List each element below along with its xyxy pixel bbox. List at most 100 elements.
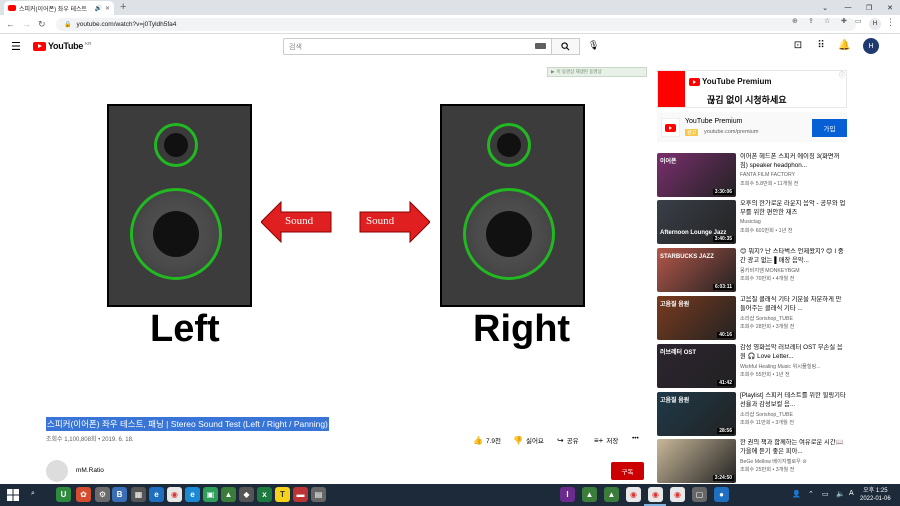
audio-playing-icon[interactable]: 🔊 xyxy=(94,5,101,12)
subscribe-button[interactable]: 구독 xyxy=(611,462,644,480)
app-paint-icon[interactable]: ✿ xyxy=(76,487,91,502)
search-button[interactable] xyxy=(552,38,580,55)
app-grid-icon[interactable]: ▦ xyxy=(131,487,146,502)
apps-grid-icon[interactable]: ⠿ xyxy=(815,40,827,51)
microphone-icon[interactable]: 🎙 xyxy=(588,40,599,51)
recommendation-title[interactable]: 고음질 클래식 기타 기분을 차분하게 만들어주는 클래식 기타 ... xyxy=(740,296,847,313)
restore-button[interactable]: ❐ xyxy=(859,0,879,15)
tray-network-icon[interactable]: ▭ xyxy=(822,490,829,498)
tray-chevron-up-icon[interactable]: ⌃ xyxy=(808,490,814,498)
taskbar-clock[interactable]: 오후 1:25 2022-01-06 xyxy=(860,487,891,503)
bookmark-star-icon[interactable]: ☆ xyxy=(824,17,830,25)
app-b-icon[interactable]: B xyxy=(112,487,127,502)
video-thumbnail[interactable]: Afternoon Lounge Jazz 3:40:35 xyxy=(657,200,736,244)
app-stock2-icon[interactable]: ▲ xyxy=(582,487,597,502)
search-icon[interactable]: ⌕ xyxy=(31,490,35,498)
install-app-icon[interactable]: ⊕ xyxy=(792,17,798,25)
browser-tab[interactable]: 스피커(이어폰) 좌우 테스트 🔊 ✕ xyxy=(4,1,114,15)
browser-menu-icon[interactable]: ⋮ xyxy=(886,17,895,28)
back-button[interactable]: ← xyxy=(6,18,15,30)
chrome-window-3-icon[interactable]: ◉ xyxy=(670,487,685,502)
video-thumbnail[interactable]: STARBUCKS JAZZ 6:03:11 xyxy=(657,248,736,292)
tray-ime-icon[interactable]: A xyxy=(849,490,854,497)
premium-ad-banner[interactable]: YouTube Premium 끊김 없이 시청하세요 xyxy=(657,70,847,108)
recommendation-item[interactable]: 고음질 음원 28:56 [Playlist] 스피커 테스트를 위한 힐링기타 선… xyxy=(657,392,847,438)
app-u-icon[interactable]: U xyxy=(56,487,71,502)
app-green-icon[interactable]: ▣ xyxy=(203,487,218,502)
recommendation-title[interactable]: [Playlist] 스피커 테스트를 위한 힐링기타 선율과 감성보컬 음..… xyxy=(740,392,847,409)
windows-start-icon[interactable] xyxy=(7,489,19,501)
video-thumbnail[interactable]: 이어폰 3:30:06 xyxy=(657,153,736,197)
app-blue-icon[interactable]: ● xyxy=(714,487,729,502)
join-button[interactable]: 가입 xyxy=(812,119,847,137)
share-page-icon[interactable]: ⇪ xyxy=(808,17,814,25)
video-thumbnail[interactable]: 3:24:50 xyxy=(657,439,736,483)
recommendation-item[interactable]: 고음질 음원 40:16 고음질 클래식 기타 기분을 차분하게 만들어주는 클래식… xyxy=(657,296,847,342)
video-thumbnail[interactable]: 고음질 음원 40:16 xyxy=(657,296,736,340)
kakaotalk-icon[interactable]: T xyxy=(275,487,290,502)
recommendation-item[interactable]: 3:24:50 한 권의 책과 함께하는 여유로운 시간📖가을에 듣기 좋은 피아… xyxy=(657,439,847,485)
share-button[interactable]: ↪ 공유 xyxy=(557,435,579,446)
minimize-button[interactable]: — xyxy=(838,0,858,15)
app-purple-icon[interactable]: I xyxy=(560,487,575,502)
ie-browser-icon[interactable]: e xyxy=(149,487,164,502)
account-avatar[interactable]: H xyxy=(863,38,879,54)
recommendation-channel[interactable]: BeGe Mellow 베이지멜로우 ⊘ xyxy=(740,458,847,465)
app-stock3-icon[interactable]: ▲ xyxy=(604,487,619,502)
channel-avatar[interactable] xyxy=(46,460,68,482)
close-window-button[interactable]: ✕ xyxy=(880,0,900,15)
chevron-down-icon[interactable]: ⌄ xyxy=(815,0,835,15)
recommendation-title[interactable]: 감성 영화음악 러브레터 OST 무손실 음원 🎧 Love Letter... xyxy=(740,344,847,361)
recommendation-channel[interactable]: 소리샵 Sorishop_TUBE xyxy=(740,411,847,418)
reload-button[interactable]: ↻ xyxy=(38,18,46,30)
chrome-window-2-icon[interactable]: ◉ xyxy=(648,487,663,502)
chrome-window-1-icon[interactable]: ◉ xyxy=(626,487,641,502)
info-icon[interactable]: ⓘ xyxy=(839,70,845,79)
search-input[interactable]: 검색 xyxy=(283,38,552,55)
excel-icon[interactable]: x xyxy=(257,487,272,502)
app-dark-icon[interactable]: ◆ xyxy=(239,487,254,502)
recommendation-channel[interactable]: 소리샵 Sorishop_TUBE xyxy=(740,315,847,322)
recommendation-title[interactable]: 이어폰 헤드폰 스피커 에이징 3(화면꺼짐) speaker headphon… xyxy=(740,153,847,170)
tray-people-icon[interactable]: 👤 xyxy=(792,490,801,498)
edge-icon[interactable]: e xyxy=(185,487,200,502)
hamburger-menu-icon[interactable]: ☰ xyxy=(11,40,21,53)
keyboard-icon[interactable] xyxy=(535,43,546,49)
lock-icon[interactable]: 🔒 xyxy=(64,21,71,28)
app-window-icon[interactable]: ▢ xyxy=(692,487,707,502)
more-actions-button[interactable]: ••• xyxy=(632,435,639,442)
channel-name[interactable]: mM.Ratio xyxy=(76,467,104,474)
player-overlay-badge[interactable]: ▶ 이 동영상 재생된 동영상 xyxy=(547,67,647,77)
recommendation-title[interactable]: 한 권의 책과 함께하는 여유로운 시간📖가을에 듣기 좋은 피아... xyxy=(740,439,847,456)
sidebar-icon[interactable]: ▭ xyxy=(855,17,862,25)
notifications-bell-icon[interactable]: 🔔 xyxy=(838,40,850,51)
recommendation-title[interactable]: 오후의 한가로운 라운지 음악 - 공부와 업무를 위한 편안한 재즈 xyxy=(740,200,847,217)
dislike-button[interactable]: 👎 싫어요 xyxy=(513,435,544,446)
recommendation-item[interactable]: 이어폰 3:30:06 이어폰 헤드폰 스피커 에이징 3(화면꺼짐) speake… xyxy=(657,153,847,199)
browser-profile-avatar[interactable]: H xyxy=(869,18,881,30)
video-thumbnail[interactable]: 러브레터 OST 41:42 xyxy=(657,344,736,388)
recommendation-channel[interactable]: 몽키비지엠 MONKEYBGM xyxy=(740,267,847,274)
recommendation-channel[interactable]: FANTA FILM FACTORY xyxy=(740,172,847,178)
youtube-logo[interactable]: YouTube KR xyxy=(33,41,91,51)
recommendation-channel[interactable]: Musictag xyxy=(740,219,847,225)
save-button[interactable]: ≡+ 저장 xyxy=(594,435,618,446)
recommendation-item[interactable]: STARBUCKS JAZZ 6:03:11 😊 뭐지? 난 스타벅스 언제왔지? … xyxy=(657,248,847,294)
app-gear-icon[interactable]: ⚙ xyxy=(95,487,110,502)
tray-volume-icon[interactable]: 🔈 xyxy=(836,490,845,498)
recommendation-item[interactable]: 러브레터 OST 41:42 감성 영화음악 러브레터 OST 무손실 음원 🎧 L… xyxy=(657,344,847,390)
recommendation-title[interactable]: 😊 뭐지? 난 스타벅스 언제왔지? 😊 I 중간 광고 없는 ▌매장 음악..… xyxy=(740,248,847,265)
create-video-icon[interactable]: ⊡ xyxy=(792,40,804,51)
close-tab-icon[interactable]: ✕ xyxy=(105,5,110,12)
chrome-icon[interactable]: ◉ xyxy=(167,487,182,502)
app-stock-icon[interactable]: ▲ xyxy=(221,487,236,502)
app-red-icon[interactable]: ▬ xyxy=(293,487,308,502)
extensions-icon[interactable]: ✚ xyxy=(841,17,847,25)
address-bar[interactable]: 🔒 youtube.com/watch?v=j0Tyldh5fa4 xyxy=(56,18,856,31)
app-folder-icon[interactable]: ▤ xyxy=(311,487,326,502)
forward-button[interactable]: → xyxy=(22,18,31,30)
new-tab-button[interactable]: + xyxy=(120,1,126,13)
video-thumbnail[interactable]: 고음질 음원 28:56 xyxy=(657,392,736,436)
like-button[interactable]: 👍 7.9천 xyxy=(473,435,501,446)
ad-info-row[interactable]: YouTube Premium 광고 youtube.com/premium 가… xyxy=(657,112,847,142)
